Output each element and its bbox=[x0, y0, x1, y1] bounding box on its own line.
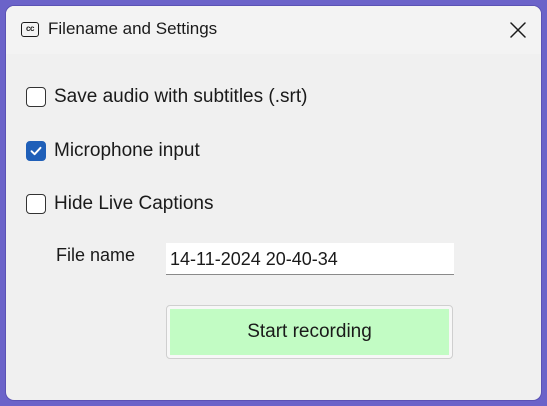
hide-live-captions-checkbox[interactable] bbox=[26, 194, 46, 214]
title-bar: cc Filename and Settings bbox=[6, 6, 541, 54]
save-audio-checkbox[interactable] bbox=[26, 87, 46, 107]
microphone-input-checkbox[interactable] bbox=[26, 141, 46, 161]
file-name-input[interactable] bbox=[166, 243, 454, 275]
save-audio-label: Save audio with subtitles (.srt) bbox=[54, 86, 308, 107]
option-save-audio[interactable]: Save audio with subtitles (.srt) bbox=[26, 86, 307, 108]
window-title: Filename and Settings bbox=[48, 19, 218, 38]
close-button[interactable] bbox=[495, 6, 541, 54]
microphone-input-label: Microphone input bbox=[54, 140, 200, 161]
option-hide-live-captions[interactable]: Hide Live Captions bbox=[26, 193, 213, 215]
start-recording-label: Start recording bbox=[170, 309, 449, 355]
checkmark-icon bbox=[30, 146, 42, 156]
closed-captions-icon: cc bbox=[21, 22, 39, 37]
option-microphone-input[interactable]: Microphone input bbox=[26, 140, 200, 162]
hide-live-captions-label: Hide Live Captions bbox=[54, 193, 214, 214]
close-icon bbox=[510, 22, 526, 38]
start-recording-button[interactable]: Start recording bbox=[166, 305, 453, 359]
file-name-label: File name bbox=[56, 245, 136, 265]
settings-window: cc Filename and Settings Save audio with… bbox=[6, 6, 541, 400]
